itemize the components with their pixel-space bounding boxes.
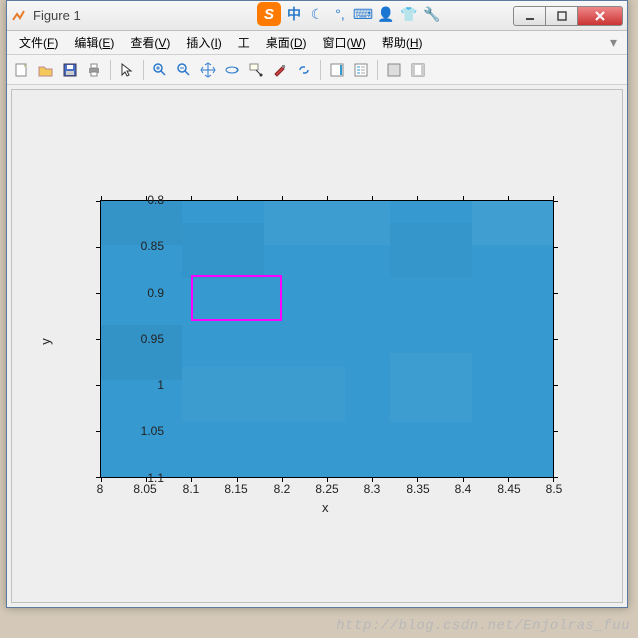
y-tick-label: 1.05 <box>124 424 164 438</box>
figure-canvas[interactable]: 0.8 0.85 0.9 0.95 1 1.05 1.1 8 8.05 8.1 … <box>11 89 623 603</box>
y-tick-label: 0.9 <box>124 286 164 300</box>
insert-colorbar-button[interactable] <box>326 59 348 81</box>
x-axis-label: x <box>322 500 329 515</box>
menu-edit[interactable]: 编辑(E) <box>66 31 122 54</box>
y-tick-label: 0.85 <box>124 239 164 253</box>
y-tick-label: 1 <box>124 378 164 392</box>
sogou-badge-icon[interactable]: S <box>257 2 281 26</box>
figure-window: Figure 1 S 中 ☾ °, ⌨ 👤 👕 🔧 文件(F) 编辑(E) 查看… <box>6 0 628 608</box>
toolbar <box>7 55 627 85</box>
moon-icon[interactable]: ☾ <box>307 4 327 24</box>
person-icon[interactable]: 👤 <box>376 4 396 24</box>
shirt-icon[interactable]: 👕 <box>399 4 419 24</box>
maximize-button[interactable] <box>545 6 577 26</box>
rotate-3d-button[interactable] <box>221 59 243 81</box>
x-tick-label: 8.45 <box>494 482 524 496</box>
open-button[interactable] <box>35 59 57 81</box>
menu-tools[interactable]: 工 <box>230 31 258 54</box>
menu-window[interactable]: 窗口(W) <box>314 31 373 54</box>
insert-legend-button[interactable] <box>350 59 372 81</box>
data-cursor-button[interactable] <box>245 59 267 81</box>
punct-icon[interactable]: °, <box>330 4 350 24</box>
heatmap-plot <box>100 200 554 478</box>
keyboard-icon[interactable]: ⌨ <box>353 4 373 24</box>
watermark-text: http://blog.csdn.net/Enjolras_fuu <box>336 618 630 634</box>
y-tick-label: 0.8 <box>124 193 164 207</box>
menu-overflow-icon[interactable]: ▾ <box>610 34 623 51</box>
link-data-button[interactable] <box>293 59 315 81</box>
menu-insert[interactable]: 插入(I) <box>178 31 229 54</box>
new-figure-button[interactable] <box>11 59 33 81</box>
x-tick-label: 8.35 <box>403 482 433 496</box>
x-tick-label: 8 <box>85 482 115 496</box>
minimize-button[interactable] <box>513 6 545 26</box>
menu-view[interactable]: 查看(V) <box>122 31 178 54</box>
print-button[interactable] <box>83 59 105 81</box>
window-buttons <box>513 6 623 26</box>
save-button[interactable] <box>59 59 81 81</box>
x-tick-label: 8.3 <box>357 482 387 496</box>
x-tick-label: 8.5 <box>539 482 569 496</box>
menubar: 文件(F) 编辑(E) 查看(V) 插入(I) 工 桌面(D) 窗口(W) 帮助… <box>7 31 627 55</box>
highlight-rect <box>191 275 281 321</box>
x-tick-label: 8.2 <box>267 482 297 496</box>
y-axis-label: y <box>38 338 53 345</box>
menu-desktop[interactable]: 桌面(D) <box>258 31 315 54</box>
ime-lang-icon[interactable]: 中 <box>284 4 304 24</box>
zoom-out-button[interactable] <box>173 59 195 81</box>
separator <box>110 60 111 80</box>
zoom-in-button[interactable] <box>149 59 171 81</box>
y-tick-label: 0.95 <box>124 332 164 346</box>
pointer-button[interactable] <box>116 59 138 81</box>
separator <box>143 60 144 80</box>
menu-file[interactable]: 文件(F) <box>11 31 66 54</box>
x-tick-label: 8.25 <box>312 482 342 496</box>
separator <box>320 60 321 80</box>
ime-float-toolbar[interactable]: S 中 ☾ °, ⌨ 👤 👕 🔧 <box>253 1 446 27</box>
wrench-icon[interactable]: 🔧 <box>422 4 442 24</box>
x-tick-label: 8.1 <box>176 482 206 496</box>
brush-button[interactable] <box>269 59 291 81</box>
separator <box>377 60 378 80</box>
show-plot-tools-button[interactable] <box>407 59 429 81</box>
hide-plot-tools-button[interactable] <box>383 59 405 81</box>
menu-help[interactable]: 帮助(H) <box>374 31 431 54</box>
x-tick-label: 8.4 <box>448 482 478 496</box>
matlab-icon <box>11 8 27 24</box>
close-button[interactable] <box>577 6 623 26</box>
pan-button[interactable] <box>197 59 219 81</box>
x-tick-label: 8.05 <box>130 482 160 496</box>
x-tick-label: 8.15 <box>221 482 251 496</box>
